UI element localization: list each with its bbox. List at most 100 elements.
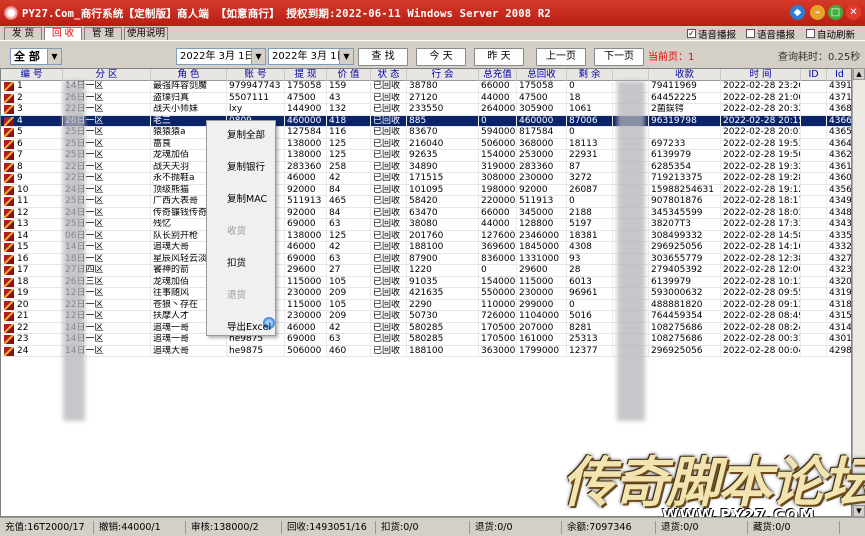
table-row[interactable]: 1325日一区残忆6900063已回收380804400012880051973… <box>1 219 851 231</box>
skin-icon[interactable]: ◆ <box>790 5 805 20</box>
tab-recycle[interactable]: 回 收 <box>44 27 82 40</box>
cell-payee: 296925056 <box>649 345 721 357</box>
cell-total-recycle: 92000 <box>517 184 567 196</box>
column-header-guild[interactable]: 行 会 <box>407 69 479 81</box>
table-row[interactable]: 2414日一区追魂大哥he9875506000460已回收18810036300… <box>1 345 851 357</box>
cell-time: 2022-02-28 08:49:35 <box>721 311 801 322</box>
column-header-role[interactable]: 角 色 <box>151 69 227 81</box>
menu-item-copy-mac[interactable]: 复制MAC <box>207 193 277 207</box>
cell-state: 已回收 <box>371 299 407 311</box>
cell-guild: 2290 <box>407 299 479 311</box>
date-from-picker[interactable]: 2022年 3月 1日 ▼ <box>176 48 266 65</box>
table-row[interactable]: 1618日一区星辰风轻云淡6900063已回收87900836000133100… <box>1 253 851 265</box>
menu-item-export-excel[interactable]: 导出Excel <box>207 321 277 335</box>
cell-time: 2022-02-28 00:31:49 <box>721 334 801 345</box>
column-header-id2[interactable]: Id <box>827 69 851 81</box>
next-page-button[interactable]: 下一页 <box>594 48 644 66</box>
minimize-button[interactable]: – <box>810 5 825 20</box>
column-header-remain[interactable]: 剩 余 <box>567 69 613 81</box>
auto-refresh-checkbox[interactable]: 自动刷新 <box>806 27 855 41</box>
cell-total-recycle: 1104000 <box>517 311 567 322</box>
table-row[interactable]: 1224日一区传奇镰钱传奇9200084已回收63470660003450002… <box>1 207 851 219</box>
vertical-scrollbar[interactable]: ▲ ▼ <box>852 68 865 517</box>
filter-select[interactable]: 全 部 ▼ <box>10 48 62 65</box>
cell-guild: 38780 <box>407 81 479 92</box>
cell-time: 2022-02-28 09:55:43 <box>721 288 801 299</box>
close-button[interactable]: ✕ <box>846 5 861 20</box>
table-row[interactable]: 1826日三区龙魂加佰115000105已回收91035154000115000… <box>1 276 851 288</box>
table-row[interactable]: 1125日一区广西大表哥511913465已回收5842022000051191… <box>1 196 851 208</box>
scroll-up-icon[interactable]: ▲ <box>853 68 865 80</box>
maximize-button[interactable]: □ <box>828 5 843 20</box>
column-header-account[interactable]: 账 号 <box>227 69 285 81</box>
tab-help[interactable]: 使用说明 <box>124 27 168 40</box>
column-header-id-col[interactable]: ID <box>801 69 827 81</box>
cell-total-recharge: 44000 <box>479 92 517 104</box>
table-row[interactable]: 2214日一区追魂一哥4600042已回收5802851705000207000… <box>1 322 851 334</box>
menu-item-copy-all[interactable]: 复制全部 <box>207 129 277 143</box>
column-header-time[interactable]: 时 间 <box>721 69 801 81</box>
table-row[interactable]: 2112日一区扶摩人才230000209已回收50730726000110400… <box>1 311 851 323</box>
table-row[interactable]: 1406日一区队长别开枪138000125已回收2017601276000234… <box>1 230 851 242</box>
row-item-icon <box>4 266 14 275</box>
column-header-blank[interactable] <box>613 69 649 81</box>
search-button[interactable]: 查 找 <box>358 48 408 66</box>
table-row[interactable]: 625日一区蔷茛138000125已回收21604050600036800018… <box>1 138 852 150</box>
status-refund: 退货:0/0 <box>472 521 562 534</box>
table-row[interactable]: 322日一区战天小师妹lxy144900132已回收23355026400030… <box>1 104 851 116</box>
cell-state: 已回收 <box>371 127 407 138</box>
cell-time: 2022-02-28 19:53:19 <box>721 138 801 150</box>
tab-manage[interactable]: 管 理 <box>84 27 122 40</box>
cell-id2: 4365 <box>829 127 852 137</box>
cell-id2: 4371 <box>829 92 852 103</box>
tab-ship[interactable]: 发 货 <box>4 27 42 40</box>
cell-total-recharge: 3696000 <box>481 242 517 253</box>
cell-total-recycle: 161000 <box>517 334 567 345</box>
cell-id2: 4364 <box>829 138 852 149</box>
column-header-total-recharge[interactable]: 总充值 <box>479 69 517 81</box>
column-header-state[interactable]: 状 态 <box>371 69 407 81</box>
column-header-total-recycle[interactable]: 总回收 <box>517 69 567 81</box>
table-row[interactable]: 1727日四区饕神的箭2960027已回收1220029600282794053… <box>1 265 851 277</box>
cell-payee: 296925056 <box>649 242 721 253</box>
column-header-withdraw[interactable]: 提 现 <box>285 69 327 81</box>
cell-remain: 93 <box>567 253 613 265</box>
today-button[interactable]: 今 天 <box>416 48 466 66</box>
table-row[interactable]: 1024日一区顶级熊猫9200084已回收1010951980009200026… <box>1 184 851 196</box>
cell-remain: 0 <box>567 127 613 138</box>
checkbox-icon <box>746 29 755 38</box>
table-row[interactable]: 725日一区龙魂加佰138000125已回收926351540002530002… <box>1 150 851 162</box>
context-menu: 复制全部 复制银行 复制MAC 收货 扣货 退货 导出Excel <box>206 120 276 336</box>
date-to-picker[interactable]: 2022年 3月 1日 ▼ <box>268 48 354 65</box>
table-row[interactable]: 226日一区盗璞归真55071114750043已回收2712044000475… <box>1 92 852 104</box>
cell-total-recharge: 44000 <box>479 219 517 230</box>
cell-payee: 38207T3 <box>649 219 721 230</box>
table-row[interactable]: 525日一区猿猿猿a127584116已回收836705940008175840… <box>1 127 852 139</box>
voice-broadcast-checkbox-1[interactable]: ✓ 语音播报 <box>687 27 736 41</box>
table-row[interactable]: 426日一区老三0809460000418已回收8850460000870069… <box>1 115 851 127</box>
recycle-table[interactable]: 编 号分 区角 色账 号提 现价 值状 态行 会总充值 总回收剩 余 收款时 间 ID… <box>0 68 852 517</box>
voice-broadcast-checkbox-2[interactable]: 语音播报 <box>746 27 795 41</box>
table-row[interactable]: 922日一区永不抛鞋a4600042已回收1715153080002300003… <box>1 173 851 185</box>
table-row[interactable]: 1912日一区往事随风230000209已回收42163555000023000… <box>1 288 851 300</box>
yesterday-button[interactable]: 昨 天 <box>474 48 524 66</box>
cell-total-recycle: 511913 <box>517 196 567 207</box>
table-row[interactable]: 114日一区最强阵容剑魔979947743175058159已回收3878066… <box>1 81 851 93</box>
scroll-down-icon[interactable]: ▼ <box>853 505 865 517</box>
cell-value: 42 <box>327 242 371 253</box>
cell-id: 4 <box>15 115 63 127</box>
menu-item-deduct[interactable]: 扣货 <box>207 257 277 271</box>
column-header-value[interactable]: 价 值 <box>327 69 371 81</box>
cell-total-recycle: 47500 <box>517 92 567 104</box>
row-item-icon <box>4 289 14 298</box>
cell-id-col <box>801 276 827 288</box>
column-header-zone[interactable]: 分 区 <box>63 69 151 81</box>
prev-page-button[interactable]: 上一页 <box>536 48 586 66</box>
table-row[interactable]: 2022日一区苍狼丶存在115000105已回收2290110000299000… <box>1 299 851 311</box>
menu-item-copy-bank[interactable]: 复制银行 <box>207 161 277 175</box>
table-row[interactable]: 822日一区战天天羽283360258已回收348903190002833608… <box>1 161 851 173</box>
column-header-payee[interactable]: 收款 <box>649 69 721 81</box>
table-row[interactable]: 1514日一区追魂大哥4600042已回收1881003696000184500… <box>1 242 851 254</box>
table-row[interactable]: 2314日一区追魂一哥he98756900063已回收5802851705000… <box>1 334 851 346</box>
column-header-id[interactable]: 编 号 <box>1 69 63 81</box>
